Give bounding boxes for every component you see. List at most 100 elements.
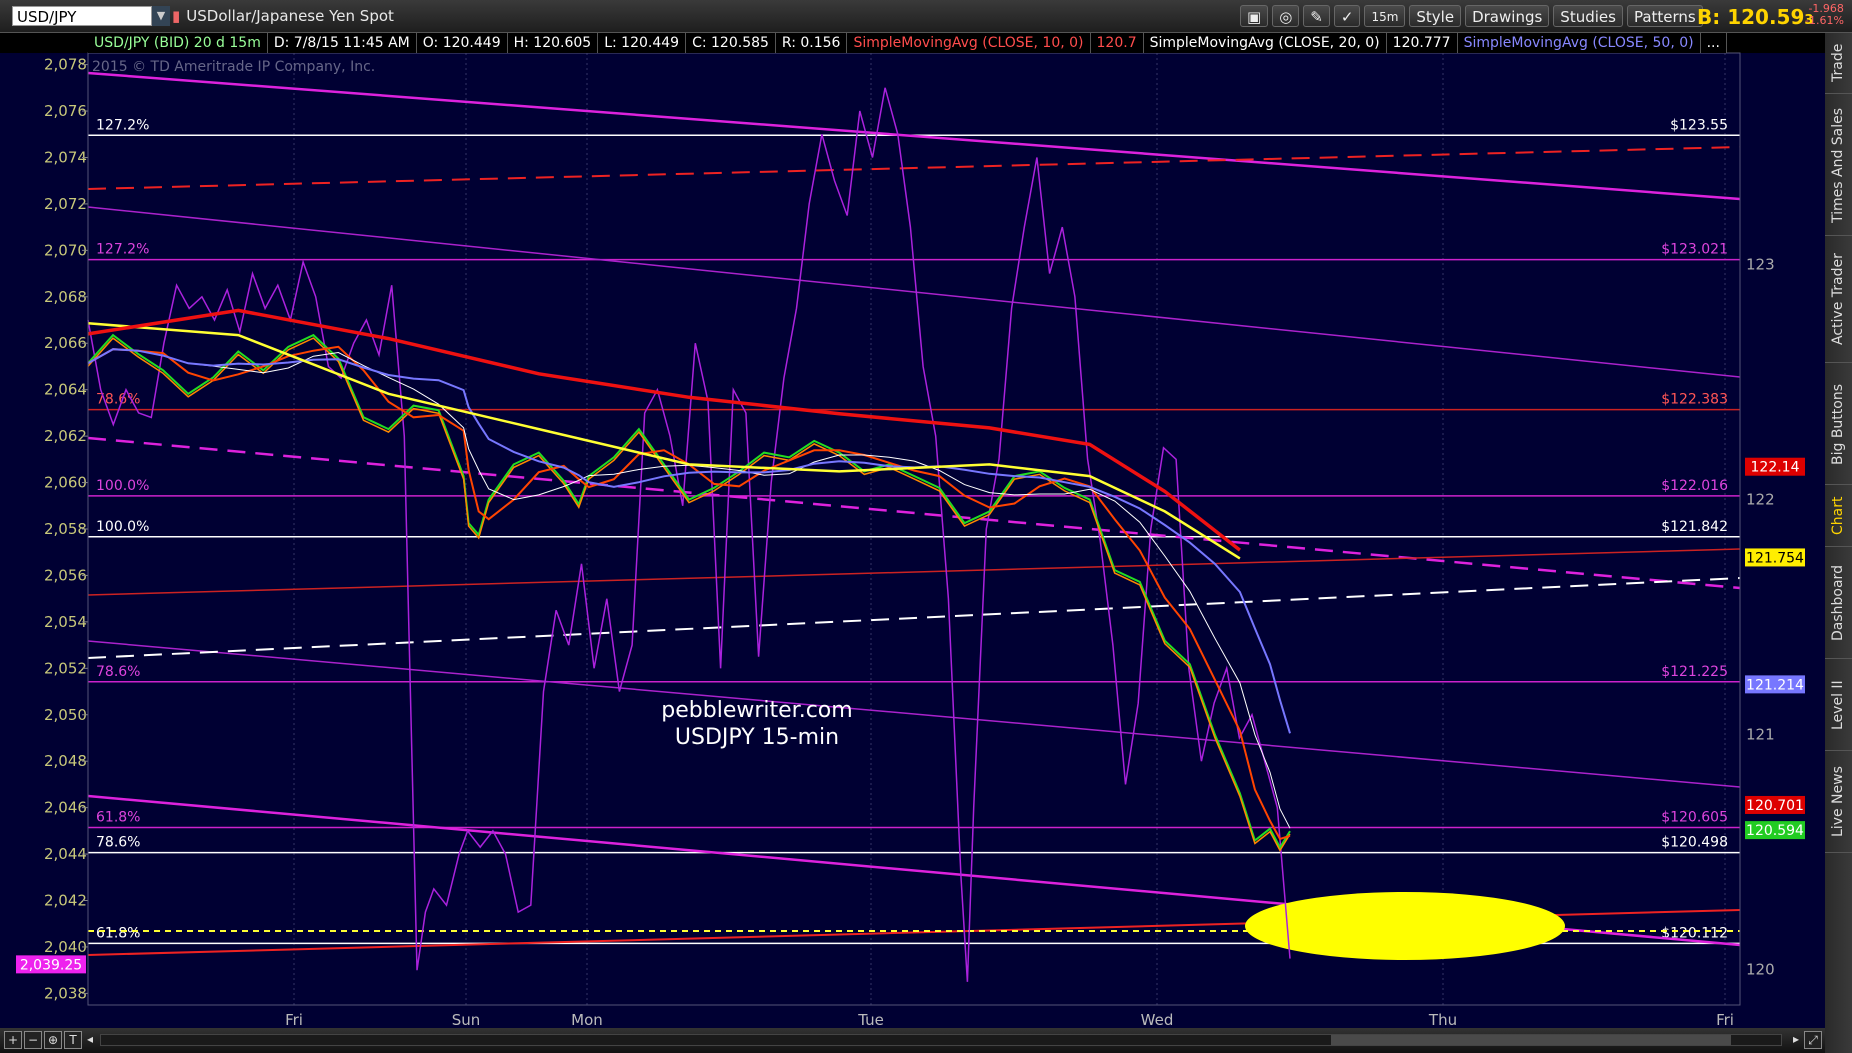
info-more[interactable]: ... xyxy=(1700,33,1727,53)
sidebar-tab-active-trader[interactable]: Active Trader xyxy=(1825,237,1852,363)
fib-white-price-label: $120.498 xyxy=(1661,835,1728,851)
globe-icon[interactable]: ◎ xyxy=(1272,5,1300,27)
crosshair-icon[interactable]: + xyxy=(4,1031,22,1049)
sidebar-tab-level-ii[interactable]: Level II xyxy=(1825,660,1852,751)
studies-button[interactable]: Studies xyxy=(1553,5,1623,27)
left-tick-label: 2,078 xyxy=(44,56,87,74)
bid-label: B: 120.59 xyxy=(1697,5,1805,29)
watermark-line-2: USDJPY 15-min xyxy=(675,725,839,750)
sidebar-tab-trade[interactable]: Trade xyxy=(1825,33,1852,94)
target-zone-ellipse xyxy=(1245,892,1565,960)
x-tick-label: Fri xyxy=(285,1011,303,1028)
left-tick-label: 2,074 xyxy=(44,148,87,166)
text-tool-icon[interactable]: T xyxy=(64,1031,82,1049)
fib-magenta-pct-label: 78.6% xyxy=(96,664,140,680)
x-tick-label: Tue xyxy=(857,1011,884,1028)
sidebar-tab-times-and-sales[interactable]: Times And Sales xyxy=(1825,95,1852,236)
scroll-thumb[interactable] xyxy=(1331,1035,1731,1045)
fib-white-pct-label: 78.6% xyxy=(96,835,140,851)
right-tick-label: 120 xyxy=(1746,961,1775,979)
info-sma50[interactable]: SimpleMovingAvg (CLOSE, 50, 0) xyxy=(1457,33,1701,53)
sidebar-tab-chart[interactable]: Chart xyxy=(1825,486,1852,547)
info-date: D: 7/8/15 11:45 AM xyxy=(267,33,417,53)
right-tick-label: 121 xyxy=(1746,726,1775,744)
alert-icon: ▮ xyxy=(172,7,181,25)
fib-white-pct-label: 100.0% xyxy=(96,519,149,535)
left-tick-label: 2,044 xyxy=(44,845,87,863)
bid-price: B: 120.593 xyxy=(1697,5,1813,33)
left-tick-label: 2,056 xyxy=(44,566,87,584)
symbol-input[interactable]: USD/JPY xyxy=(12,6,152,26)
left-tick-label: 2,038 xyxy=(44,984,87,1002)
fib-white-price-label: $121.842 xyxy=(1661,519,1728,535)
price-badge-label: 122.14 xyxy=(1751,460,1800,476)
chart-area[interactable]: Fri Sun Mon Tue Wed Thu Fri 2,078 2,076 2,074 2,07… xyxy=(0,33,1825,1053)
time-scrollbar[interactable] xyxy=(100,1034,1782,1046)
scroll-right-icon[interactable]: ▸ xyxy=(1788,1031,1804,1047)
right-sidebar: Trade Times And Sales Active Trader Big … xyxy=(1825,33,1852,1053)
drawings-button[interactable]: Drawings xyxy=(1465,5,1550,27)
left-tick-label: 2,050 xyxy=(44,706,87,724)
chart-toolbar: ▣ ◎ ✎ ✓ 15m Style Drawings Studies Patte… xyxy=(1240,5,1703,27)
x-tick-label: Wed xyxy=(1141,1011,1174,1028)
copyright-text: 2015 © TD Ameritrade IP Company, Inc. xyxy=(92,59,375,75)
fib-magenta-pct-label: 61.8% xyxy=(96,810,140,826)
time-axis-background xyxy=(0,1005,1825,1028)
fib-magenta-price-label: $120.605 xyxy=(1661,810,1728,826)
left-tick-label: 2,066 xyxy=(44,334,87,352)
info-sma10-value: 120.7 xyxy=(1090,33,1144,53)
fib-magenta-price-label: $121.225 xyxy=(1661,664,1728,680)
price-badge-label: 120.594 xyxy=(1746,823,1804,839)
left-tick-label: 2,054 xyxy=(44,613,87,631)
left-tick-label: 2,058 xyxy=(44,520,87,538)
info-close: C: 120.585 xyxy=(686,33,776,53)
info-sma10[interactable]: SimpleMovingAvg (CLOSE, 10, 0) xyxy=(847,33,1091,53)
study-info-bar: USD/JPY (BID) 20 d 15m D: 7/8/15 11:45 A… xyxy=(88,33,1727,53)
right-tick-label: 122 xyxy=(1746,491,1775,509)
left-tick-label: 2,062 xyxy=(44,427,87,445)
left-value-badge-label: 2,039.25 xyxy=(20,957,82,973)
right-axis-background xyxy=(1740,53,1825,1005)
x-tick-label: Mon xyxy=(571,1011,603,1028)
symbol-dropdown-button[interactable]: ▼ xyxy=(152,6,170,26)
left-tick-label: 2,064 xyxy=(44,381,87,399)
plot-background xyxy=(88,53,1740,1005)
x-tick-label: Thu xyxy=(1428,1011,1457,1028)
left-tick-label: 2,072 xyxy=(44,195,87,213)
zoom-in-icon[interactable]: ⊕ xyxy=(44,1031,62,1049)
change-readout: -1.968 -1.61% xyxy=(1805,3,1844,27)
sidebar-tab-big-buttons[interactable]: Big Buttons xyxy=(1825,364,1852,485)
info-high: H: 120.605 xyxy=(507,33,599,53)
price-badge-label: 121.754 xyxy=(1746,550,1804,566)
left-tick-label: 2,052 xyxy=(44,659,87,677)
watermark-line-1: pebblewriter.com xyxy=(661,698,852,723)
chart-settings-icon[interactable]: ▣ xyxy=(1240,5,1269,27)
expand-icon[interactable]: ⤢ xyxy=(1804,1031,1822,1049)
flex-grid-icon[interactable]: ✎ xyxy=(1303,5,1330,27)
fib-magenta-pct-label: 127.2% xyxy=(96,242,149,258)
sidebar-tab-live-news[interactable]: Live News xyxy=(1825,752,1852,853)
right-tick-label: 123 xyxy=(1746,256,1775,274)
info-range: R: 0.156 xyxy=(775,33,848,53)
style-button[interactable]: Style xyxy=(1409,5,1462,27)
left-tick-label: 2,070 xyxy=(44,241,87,259)
tools-icon[interactable]: ✓ xyxy=(1333,5,1361,27)
fib-magenta-price-label: $123.021 xyxy=(1661,242,1728,258)
zoom-out-icon[interactable]: − xyxy=(24,1031,42,1049)
sidebar-tab-dashboard[interactable]: Dashboard xyxy=(1825,548,1852,659)
left-tick-label: 2,040 xyxy=(44,938,87,956)
info-sma20[interactable]: SimpleMovingAvg (CLOSE, 20, 0) xyxy=(1143,33,1387,53)
patterns-button[interactable]: Patterns xyxy=(1626,5,1703,27)
info-low: L: 120.449 xyxy=(598,33,687,53)
timeframe-button[interactable]: 15m xyxy=(1364,5,1406,27)
x-tick-label: Sun xyxy=(452,1011,481,1028)
fib-white-pct-label: 61.8% xyxy=(96,925,140,941)
price-chart[interactable]: Fri Sun Mon Tue Wed Thu Fri 2,078 2,076 2,074 2,07… xyxy=(0,33,1825,1028)
scroll-left-icon[interactable]: ◂ xyxy=(82,1031,98,1047)
info-sma20-value: 120.777 xyxy=(1386,33,1458,53)
left-tick-label: 2,060 xyxy=(44,474,87,492)
fib-white-price-label: $123.55 xyxy=(1670,117,1728,133)
fib-magenta-price-label: $122.016 xyxy=(1661,478,1728,494)
price-badge-label: 121.214 xyxy=(1746,677,1804,693)
bottom-scrollbar: + − ⊕ T ◂ ▸ ⤢ xyxy=(0,1028,1825,1053)
